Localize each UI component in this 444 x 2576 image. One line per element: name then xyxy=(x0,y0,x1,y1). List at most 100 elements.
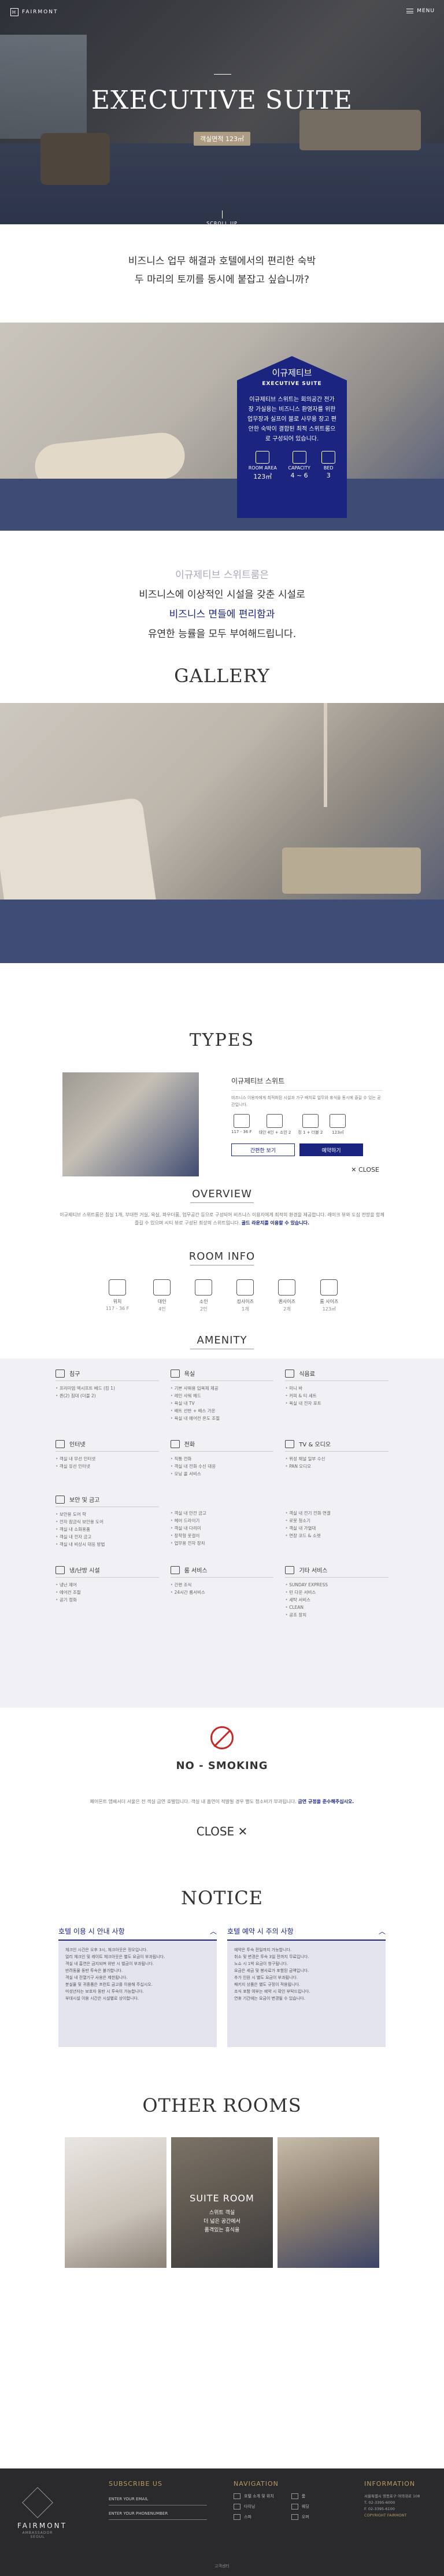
amenity-group-header xyxy=(171,1495,274,1506)
amenity-item: 모닝 콜 서비스 xyxy=(171,1470,274,1478)
room-info-list: 위치 117 - 36 F 대인 4인 소인 2인 킹사이즈 1개 퀸사이즈 2개 룸 사… xyxy=(0,1279,444,1312)
people-icon xyxy=(292,451,306,464)
card-description: 이규제티브 스위트는 회의공간 전가장 가실용는 비즈니스 환영자를 위한 업무… xyxy=(247,397,336,442)
scroll-indicator[interactable]: SCROLL UP xyxy=(0,210,444,224)
amenity-item: 연장 코드 & 소켓 xyxy=(285,1532,388,1539)
amenity-item: 객실 내 무선 인터넷 xyxy=(56,1455,159,1463)
amenity-icon xyxy=(170,1369,180,1378)
amenity-group: 기타 서비스 SUNDAY EXPRESS턴 다운 서비스세탁 서비스CLEAN공… xyxy=(285,1565,388,1619)
amenity-item: 로봇 청소기 xyxy=(285,1517,388,1524)
footer-nav-item[interactable]: 스파 xyxy=(234,2514,274,2520)
amenity-item: 객실 내 다리미 xyxy=(171,1524,274,1532)
info-value: 1개 xyxy=(242,1306,249,1312)
stat-room-area: ROOM AREA 123㎡ xyxy=(249,451,277,481)
icon-label: 123㎡ xyxy=(332,1130,344,1135)
building-icon xyxy=(109,1279,126,1296)
info-label: 위치 xyxy=(113,1299,122,1304)
description-block: 이규제티브 스위트룸은 비즈니스에 이상적인 시설을 갖춘 시설로 비즈니스 면… xyxy=(0,531,444,658)
room-card-suite[interactable]: SUITE ROOM 스위트 객실 더 넓은 공간에서 품격있는 휴식을 xyxy=(171,2137,273,2268)
amenity-item: 미니 바 xyxy=(285,1385,388,1392)
notice-item: 얼리 체크인 및 레이트 체크아웃은 별도 요금이 부과됩니다. xyxy=(65,1955,165,1959)
email-field[interactable]: ENTER YOUR EMAIL xyxy=(109,2493,207,2505)
type-room-image[interactable] xyxy=(62,1072,199,1176)
close-icon: ✕ xyxy=(238,1824,248,1838)
amenity-group-title: 기타 서비스 xyxy=(299,1568,328,1574)
notice-left-header[interactable]: 호텔 이용 시 안내 사항 ︿ xyxy=(58,1926,217,1941)
room-area-badge: 객실면적 123㎡ xyxy=(194,132,250,146)
book-button[interactable]: 예약하기 xyxy=(299,1143,363,1156)
quick-view-button[interactable]: 간편한 보기 xyxy=(231,1143,295,1156)
footer-copyright[interactable]: 고객센터 xyxy=(0,2563,444,2569)
amenity-list: 직통 전화객실 내 전화 수신 대응모닝 콜 서비스 xyxy=(171,1455,274,1478)
icon-label: 117 - 36 F xyxy=(231,1130,252,1134)
room-card-1[interactable] xyxy=(65,2137,166,2268)
amenity-group-header: 침구 xyxy=(56,1369,159,1381)
desc-line-4: 유연한 능률을 모두 부여해드립니다. xyxy=(147,628,297,640)
amenity-title: AMENITY xyxy=(0,1334,444,1349)
gallery-title: GALLERY xyxy=(174,665,270,687)
notice-item: 반려동물 동반 투숙은 불가합니다. xyxy=(65,1968,123,1973)
amenity-item: 욕실 내 TV xyxy=(171,1400,274,1407)
notice-left-list: 체크인 시간은 오후 3시, 체크아웃은 정오입니다. 얼리 체크인 및 레이트 … xyxy=(58,1941,217,2047)
footer-nav-item[interactable]: 오퍼 xyxy=(291,2514,332,2520)
amenity-item: 위성 채널 일부 수신 xyxy=(285,1455,388,1463)
close-label: CLOSE xyxy=(196,1824,235,1838)
stat-label: BED xyxy=(323,465,334,471)
amenity-icon xyxy=(56,1369,65,1378)
notice-item: 연휴 기간에는 요금이 변경될 수 있습니다. xyxy=(234,1996,305,2001)
footer-nav-item[interactable]: 룸 xyxy=(291,2493,332,2499)
amenity-item: 배트 선반 + 배스 가운 xyxy=(171,1407,274,1415)
room-info-adults: 대인 4인 xyxy=(153,1279,171,1312)
amenity-group-title: 침구 xyxy=(69,1371,80,1378)
room-card-3[interactable] xyxy=(278,2137,379,2268)
footer-nav-item[interactable]: 웨딩 xyxy=(291,2504,332,2510)
gallery-image[interactable] xyxy=(0,703,444,963)
info-label: 소인 xyxy=(199,1299,208,1304)
stat-value: 4 ~ 6 xyxy=(290,472,308,479)
amenity-group-title: 인터넷 xyxy=(69,1442,86,1448)
amenity-icon xyxy=(285,1565,295,1574)
amenity-list: 객실 내 안전 금고헤어 드라이기객실 내 다리미장착형 옷걸이업무용 전자 장… xyxy=(171,1509,274,1547)
footer-navigation: NAVIGATION 호텔 소개 및 위치 룸 다이닝 웨딩 스파 오퍼 xyxy=(234,2480,332,2520)
notice-item: 예약은 투숙 전일까지 가능합니다. xyxy=(234,1948,292,1952)
people-icon xyxy=(267,1114,283,1128)
other-rooms-title: OTHER ROOMS xyxy=(142,2094,302,2116)
amenity-group-header: 냉/난방 시설 xyxy=(56,1565,159,1578)
footer-logo-name: FAIRMONT xyxy=(17,2522,67,2530)
notice-left: 호텔 이용 시 안내 사항 ︿ 체크인 시간은 오후 3시, 체크아웃은 정오입니… xyxy=(58,1926,217,2047)
area-icon xyxy=(320,1279,338,1296)
notice-item: 패키지 상품은 별도 규정이 적용됩니다. xyxy=(234,1982,301,1987)
amenity-item: 객실 내 안전 금고 xyxy=(171,1509,274,1517)
amenity-item: PAN 오디오 xyxy=(285,1463,388,1470)
amenity-group-header xyxy=(285,1495,388,1506)
menu-button[interactable]: MENU xyxy=(406,8,435,14)
amenity-item: 냉난 제어 xyxy=(56,1581,159,1589)
icon-label: 대인 4인 + 소인 2 xyxy=(258,1130,291,1135)
amenity-item: 객실 내 전화 수신 대응 xyxy=(171,1463,274,1470)
site-logo[interactable]: H FAIRMONT xyxy=(10,8,58,16)
amenity-group-header: 식음료 xyxy=(285,1369,388,1381)
notice-item: 객실 내 흡연은 금지되며 위반 시 벌금이 부과됩니다. xyxy=(65,1961,154,1966)
notice-right-header[interactable]: 호텔 예약 시 주의 사항 ︿ xyxy=(227,1926,386,1941)
type-room-icons: 117 - 36 F 대인 4인 + 소인 2 킹 1 + 더블 2 123㎡ xyxy=(231,1114,383,1135)
footer-nav-item[interactable]: 호텔 소개 및 위치 xyxy=(234,2493,274,2499)
close-details-button[interactable]: ✕ CLOSE xyxy=(351,1166,379,1174)
info-line: T. 02-3395-6000 xyxy=(364,2500,395,2505)
amenity-item: 욕실 내 전자 포트 xyxy=(285,1400,388,1407)
no-smoking-highlight: 금연 규정을 준수해주십시오. xyxy=(298,1799,354,1804)
notice-item: 미성년자는 보호자 동반 시 투숙이 가능합니다. xyxy=(65,1989,144,1994)
close-button[interactable]: CLOSE ✕ xyxy=(0,1824,444,1838)
hero-title: EXECUTIVE SUITE xyxy=(91,86,353,115)
chevron-up-icon: ︿ xyxy=(209,1927,217,1935)
amenity-icon xyxy=(56,1495,65,1504)
footer-nav-item[interactable]: 다이닝 xyxy=(234,2504,274,2510)
phone-field[interactable]: ENTER YOUR PHONENUMBER xyxy=(109,2508,207,2520)
footer-logo[interactable]: FAIRMONT AMBASSADOR SEOUL xyxy=(17,2487,67,2539)
amenity-group: TV & 오디오위성 채널 일부 수신PAN 오디오 xyxy=(285,1439,388,1478)
desc-line-1: 이규제티브 스위트룸은 xyxy=(175,569,269,581)
amenity-group-header: 룸 서비스 xyxy=(170,1565,274,1578)
close-label: CLOSE xyxy=(358,1166,379,1174)
amenity-panel: 침구프리미엄 맥시프트 베드 (킹 1)퀸(2) 침대 (더블 2)욕실기본 샤… xyxy=(0,1359,444,1708)
amenity-item: 공기 정화 xyxy=(56,1596,159,1604)
info-value: 123㎡ xyxy=(322,1306,336,1312)
